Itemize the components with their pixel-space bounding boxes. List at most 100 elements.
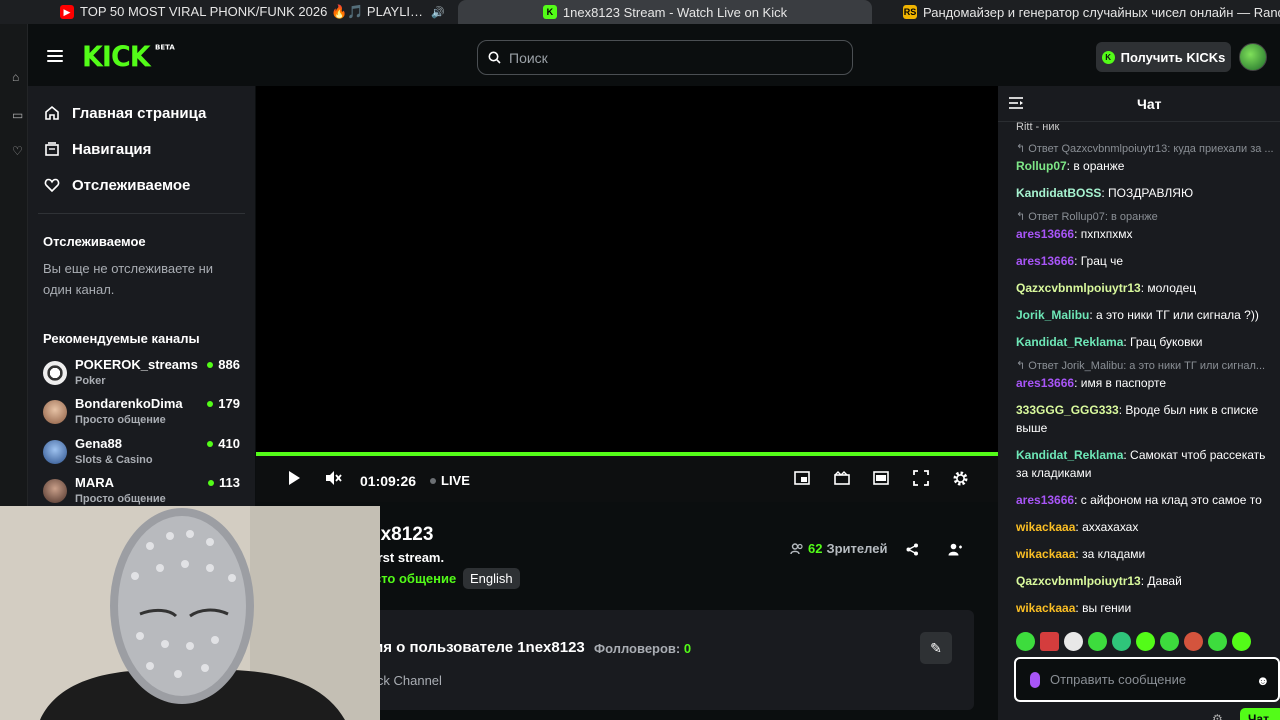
play-button[interactable] — [284, 468, 304, 488]
chat-input-box[interactable]: ☻ — [1014, 657, 1280, 702]
chat-message: wikackaaa: вы гении — [1016, 601, 1132, 615]
recommended-channel[interactable]: POKEROK_streams Poker 886 — [43, 357, 243, 393]
theater-mode-button[interactable] — [871, 468, 891, 488]
chat-reply-context[interactable]: ↰ Ответ Qazxcvbnmlpoiuytr13: куда приеха… — [1016, 142, 1280, 155]
chat-message: Jorik_Malibu: а это ники ТГ или сигнала … — [1016, 308, 1259, 322]
microphone-icon[interactable] — [1030, 671, 1040, 688]
search-bar[interactable] — [477, 40, 853, 75]
chat-username[interactable]: Jorik_Malibu — [1016, 308, 1089, 322]
chat-username[interactable]: Rollup07 — [1016, 159, 1067, 173]
kick-stream-page: ▶ TOP 50 MOST VIRAL PHONK/FUNK 2026 🔥🎵 P… — [0, 0, 1280, 720]
mute-button[interactable] — [324, 468, 344, 488]
settings-button[interactable] — [950, 468, 970, 488]
share-button[interactable] — [903, 540, 921, 558]
collapse-chat-icon[interactable] — [1008, 96, 1024, 110]
send-chat-button[interactable]: Чат — [1240, 708, 1280, 720]
kick-logo[interactable]: KICK BETA — [82, 41, 175, 74]
following-empty-text: Вы еще не отслеживаете ни один канал. — [43, 261, 214, 297]
chat-message-input[interactable] — [1050, 672, 1230, 687]
emote-icon[interactable] — [1064, 632, 1083, 651]
chat-reply-context[interactable]: ↰ Ответ Rollup07: в оранже — [1016, 210, 1280, 223]
heart-icon[interactable]: ♡ — [12, 144, 26, 158]
stream-uptime: 01:09:26 — [360, 473, 417, 489]
chat-username[interactable]: ares13666 — [1016, 227, 1074, 241]
chat-reply-context[interactable]: ↰ Ответ Jorik_Malibu: а это ники ТГ или … — [1016, 359, 1280, 372]
emote-icon[interactable] — [1136, 632, 1155, 651]
chat-username[interactable]: ares13666 — [1016, 493, 1074, 507]
clip-button[interactable] — [832, 468, 852, 488]
video-player[interactable]: 01:09:26 LIVE — [256, 86, 998, 502]
sidebar-item-following[interactable]: Отслеживаемое — [44, 174, 190, 196]
chat-username[interactable]: wikackaaa — [1016, 601, 1075, 615]
chat-title: Чат — [1137, 96, 1162, 112]
menu-icon[interactable] — [47, 50, 63, 62]
language-tag[interactable]: English — [463, 568, 520, 589]
channel-viewers: 113 — [208, 475, 240, 490]
chat-username[interactable]: Qazxcvbnmlpoiuytr13 — [1016, 574, 1141, 588]
webcam-feed-image — [0, 506, 380, 720]
chat-username[interactable]: Kandidat_Reklama — [1016, 335, 1123, 349]
live-indicator: LIVE — [430, 473, 470, 488]
randstuff-icon: RS — [903, 5, 917, 19]
emote-icon[interactable] — [1208, 632, 1227, 651]
miniplayer-icon — [794, 471, 810, 485]
recommended-channel[interactable]: Gena88 Slots & Casino 410 — [43, 436, 243, 472]
emote-icon[interactable] — [1088, 632, 1107, 651]
chat-username[interactable]: Kandidat_Reklama — [1016, 448, 1123, 462]
user-avatar[interactable] — [1239, 43, 1267, 71]
play-icon — [289, 471, 300, 485]
chat-username[interactable]: 333GGG_GGG333 — [1016, 403, 1119, 417]
viewer-count: 62 Зрителей — [790, 541, 887, 556]
get-kicks-button[interactable]: K Получить KICKs — [1096, 42, 1231, 72]
fullscreen-icon — [913, 470, 929, 486]
chat-message: wikackaaa: аххахахах — [1016, 520, 1139, 534]
emote-icon[interactable] — [1040, 632, 1059, 651]
emote-icon[interactable] — [1016, 632, 1035, 651]
browser-tab-strip: ▶ TOP 50 MOST VIRAL PHONK/FUNK 2026 🔥🎵 P… — [0, 0, 1280, 24]
chat-message: Kandidat_Reklama: Самокат чтоб рассекать… — [1016, 448, 1266, 480]
sidebar-item-label: Отслеживаемое — [72, 176, 191, 194]
profile-button[interactable] — [946, 540, 964, 558]
chat-username[interactable]: ares13666 — [1016, 376, 1074, 390]
users-icon — [790, 542, 803, 554]
chat-username[interactable]: wikackaaa — [1016, 547, 1075, 561]
browser-tab-randstuff[interactable]: RS Рандомайзер и генератор случайных чис… — [893, 0, 1280, 24]
heart-icon — [44, 178, 60, 193]
chat-header: Чат — [998, 86, 1280, 122]
recommended-channel[interactable]: BondarenkoDima Просто общение 179 — [43, 396, 243, 432]
chat-panel: Чат Ritt - ник ↰ Ответ Qazxcvbnmlpoiuytr… — [998, 86, 1280, 720]
chat-username[interactable]: KandidatBOSS — [1016, 186, 1101, 200]
emote-icon[interactable] — [1232, 632, 1251, 651]
youtube-icon: ▶ — [60, 5, 74, 19]
home-icon — [45, 105, 59, 120]
edit-about-button[interactable]: ✎ — [920, 632, 952, 664]
chat-username[interactable]: wikackaaa — [1016, 520, 1075, 534]
browser-tab-kick[interactable]: K 1nex8123 Stream - Watch Live on Kick — [458, 0, 872, 24]
chat-settings-icon[interactable]: ⚙ — [1212, 712, 1223, 720]
sidebar-divider — [38, 213, 245, 214]
live-dot-icon — [208, 479, 215, 486]
tab-title: Рандомайзер и генератор случайных чисел … — [923, 4, 1280, 20]
search-input[interactable] — [509, 49, 829, 66]
search-icon — [488, 51, 501, 64]
emoji-icon[interactable]: ☻ — [1256, 673, 1270, 688]
chat-username[interactable]: ares13666 — [1016, 254, 1074, 268]
fullscreen-button[interactable] — [911, 468, 931, 488]
home-icon[interactable]: ⌂ — [12, 70, 26, 84]
browse-icon[interactable]: ▭ — [12, 108, 26, 122]
miniplayer-button[interactable] — [792, 468, 812, 488]
clip-icon — [834, 471, 850, 485]
sidebar-item-browse[interactable]: Навигация — [44, 138, 151, 160]
emote-icon[interactable] — [1160, 632, 1179, 651]
sidebar-item-home[interactable]: Главная страница — [44, 102, 206, 124]
followers-count: Фолловеров: 0 — [594, 641, 692, 656]
chat-username[interactable]: Qazxcvbnmlpoiuytr13 — [1016, 281, 1141, 295]
channel-description: ick Channel — [374, 673, 442, 688]
browser-tab-youtube[interactable]: ▶ TOP 50 MOST VIRAL PHONK/FUNK 2026 🔥🎵 P… — [50, 0, 455, 24]
webcam-overlay — [0, 506, 380, 720]
channel-name: POKEROK_streams — [75, 357, 198, 372]
emote-icon[interactable] — [1112, 632, 1131, 651]
sidebar-item-label: Навигация — [72, 140, 152, 158]
stream-category[interactable]: сто общение — [374, 571, 456, 586]
emote-icon[interactable] — [1184, 632, 1203, 651]
